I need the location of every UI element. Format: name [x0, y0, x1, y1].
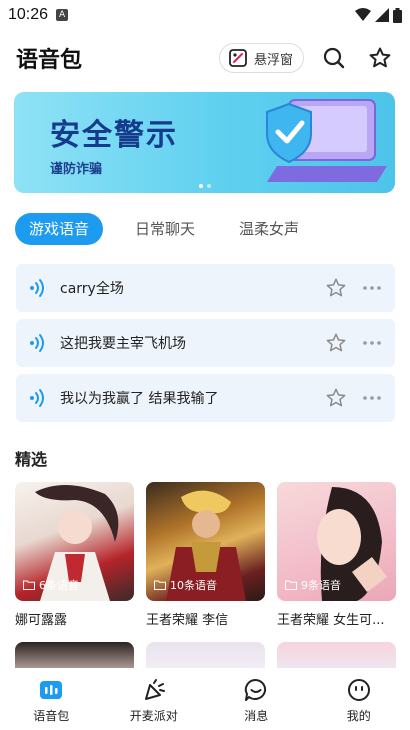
featured-cards: 6条语音 娜可露露 10条语音 王者荣耀 李信 9条语音 王者荣耀 女生可...	[15, 482, 399, 628]
nav-profile[interactable]: 我的	[308, 670, 410, 730]
voice-count: 10条语音	[154, 577, 217, 593]
voice-label: 我以为我赢了 结果我输了	[60, 391, 219, 407]
tab-game-voice[interactable]: 游戏语音	[15, 213, 104, 245]
card-thumbnail: 10条语音	[146, 482, 265, 601]
tab-daily-chat[interactable]: 日常聊天	[123, 213, 207, 245]
favorites-button[interactable]	[364, 42, 396, 74]
nav-voice-pack[interactable]: 语音包	[0, 670, 103, 730]
card-name: 王者荣耀 李信	[146, 613, 229, 628]
voice-count: 6条语音	[23, 577, 79, 593]
status-bar: 10:26 A	[0, 0, 410, 30]
voice-count-label: 6条语音	[39, 579, 79, 592]
favorite-star-icon[interactable]	[325, 332, 347, 354]
status-time: 10:26	[8, 6, 49, 23]
voice-pack-card[interactable]: 6条语音 娜可露露	[15, 482, 134, 628]
nav-label: 开麦派对	[129, 708, 178, 723]
featured-cards-row-2	[15, 642, 399, 668]
voice-count: 9条语音	[285, 577, 341, 593]
bottom-navigation: 语音包 开麦派对 消息 我的	[0, 670, 410, 730]
voice-list: carry全场 这把我要主宰飞机场 我以为我赢了 结果我输了	[16, 264, 395, 429]
voice-label: 这把我要主宰飞机场	[60, 336, 186, 352]
favorite-star-icon[interactable]	[325, 387, 347, 409]
carousel-dot	[207, 184, 211, 188]
nav-mic-party[interactable]: 开麦派对	[103, 670, 206, 730]
voice-item[interactable]: 我以为我赢了 结果我输了	[16, 374, 395, 422]
tab-gentle-female[interactable]: 温柔女声	[227, 213, 311, 245]
voice-pack-card[interactable]: 10条语音 王者荣耀 李信	[146, 482, 265, 628]
more-options-icon[interactable]	[361, 387, 383, 409]
floating-window-button[interactable]: 悬浮窗	[218, 43, 304, 73]
voice-label: carry全场	[60, 281, 124, 297]
battery-icon	[393, 7, 402, 23]
voice-count-label: 10条语音	[170, 579, 217, 592]
favorite-star-icon[interactable]	[325, 277, 347, 299]
banner-carousel[interactable]: 安全警示 谨防诈骗	[14, 92, 395, 193]
card-thumbnail[interactable]	[146, 642, 265, 668]
party-popper-icon	[144, 678, 165, 700]
sound-wave-icon	[30, 279, 44, 297]
folder-icon	[285, 580, 297, 590]
nav-label: 消息	[244, 708, 269, 723]
voice-pack-icon	[40, 680, 63, 699]
notification-a-icon: A	[56, 9, 69, 21]
search-icon	[323, 47, 345, 69]
nav-label: 我的	[346, 708, 371, 723]
floating-window-icon	[229, 49, 247, 67]
voice-item[interactable]: carry全场	[16, 264, 395, 312]
security-laptop-illustration	[266, 99, 387, 182]
card-name: 王者荣耀 女生可...	[277, 613, 385, 628]
floating-window-label: 悬浮窗	[253, 52, 293, 68]
sound-wave-icon	[30, 334, 44, 352]
carousel-indicator	[199, 184, 211, 188]
page-title: 语音包	[16, 48, 83, 73]
card-name: 娜可露露	[15, 613, 68, 628]
more-options-icon[interactable]	[361, 277, 383, 299]
sound-wave-icon	[30, 389, 44, 407]
carousel-dot	[199, 184, 203, 188]
card-thumbnail: 9条语音	[277, 482, 396, 601]
header: 语音包 悬浮窗	[16, 40, 396, 76]
banner-subtitle: 谨防诈骗	[50, 162, 103, 177]
search-button[interactable]	[318, 42, 350, 74]
card-thumbnail[interactable]	[15, 642, 134, 668]
category-tabs: 游戏语音 日常聊天 温柔女声	[15, 213, 395, 245]
star-icon	[369, 47, 391, 68]
voice-count-label: 9条语音	[301, 579, 341, 592]
more-options-icon[interactable]	[361, 332, 383, 354]
card-thumbnail: 6条语音	[15, 482, 134, 601]
signal-icon	[375, 8, 389, 22]
status-icons	[355, 7, 402, 23]
voice-pack-card[interactable]: 9条语音 王者荣耀 女生可...	[277, 482, 396, 628]
nav-label: 语音包	[33, 708, 70, 723]
nav-messages[interactable]: 消息	[205, 670, 308, 730]
folder-icon	[23, 580, 35, 590]
voice-item[interactable]: 这把我要主宰飞机场	[16, 319, 395, 367]
profile-face-icon	[347, 678, 370, 701]
wifi-icon	[355, 8, 371, 21]
card-thumbnail[interactable]	[277, 642, 396, 668]
message-bubble-icon	[245, 678, 267, 701]
folder-icon	[154, 580, 166, 590]
banner-title: 安全警示	[50, 118, 178, 153]
featured-section-title: 精选	[15, 450, 48, 469]
